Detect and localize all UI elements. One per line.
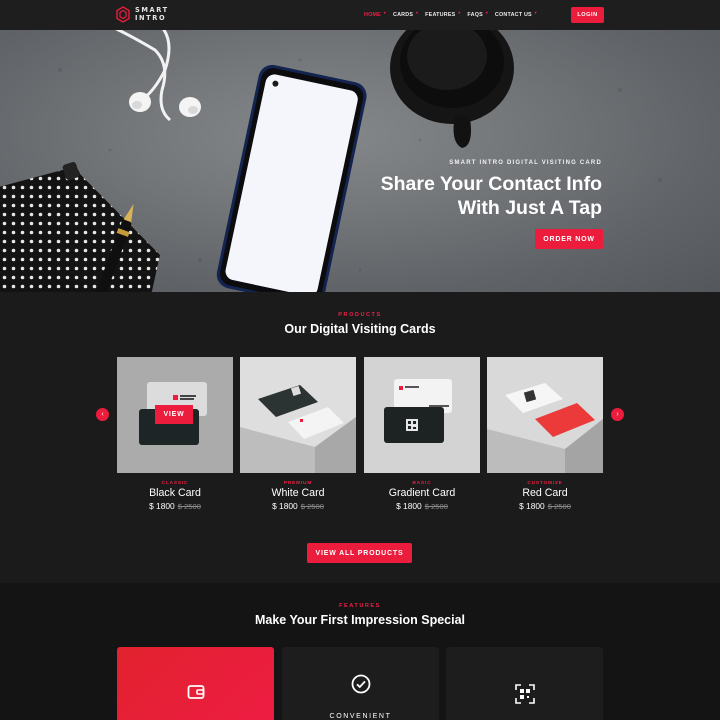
product-card-gradient: BASIC Gradient Card $ 1800 $ 2500	[364, 357, 480, 511]
brand-line2: INTRO	[135, 13, 167, 22]
product-old-price: $ 2500	[300, 502, 324, 511]
nav-item-cards[interactable]: CARDS ▾	[392, 10, 419, 18]
feature-card-wallet[interactable]	[117, 647, 274, 720]
product-price-row: $ 1800 $ 2500	[240, 501, 356, 511]
hero-desk-photo	[0, 30, 662, 292]
product-price-row: $ 1800 $ 2500	[364, 501, 480, 511]
hero-headline: Share Your Contact Info With Just A Tap	[302, 172, 602, 220]
top-navbar: SMART INTRO HOME ▾ CARDS ▾ FEATURES ▾ FAQS ▾…	[0, 0, 720, 30]
features-title: Make Your First Impression Special	[254, 613, 466, 627]
product-price: $ 1800	[396, 501, 422, 511]
caret-down-icon: ▾	[383, 10, 386, 15]
chevron-right-icon: ›	[616, 411, 619, 418]
product-image[interactable]	[487, 357, 603, 473]
feature-card-convenient[interactable]: CONVENIENT	[282, 647, 439, 720]
product-name[interactable]: Gradient Card	[364, 487, 480, 499]
brand-name: SMART INTRO	[135, 6, 175, 22]
feature-label: CONVENIENT	[329, 713, 392, 720]
view-all-products-button[interactable]: VIEW ALL PRODUCTS	[307, 543, 412, 563]
product-price-row: $ 1800 $ 2500	[117, 501, 233, 511]
nav-item-contact-us[interactable]: CONTACT US ▾	[494, 10, 537, 18]
wallet-icon	[117, 684, 274, 700]
view-button[interactable]: VIEW	[155, 405, 193, 424]
hero-banner: SMART INTRO DIGITAL VISITING CARD Share …	[0, 30, 720, 292]
nav-item-label: CARDS	[392, 12, 414, 18]
nav-item-label: FAQS	[467, 12, 483, 18]
product-image[interactable]: VIEW	[117, 357, 233, 473]
nav-item-home[interactable]: HOME ▾	[364, 10, 386, 18]
check-circle-icon	[282, 674, 439, 694]
logo-hexagon-icon	[116, 6, 130, 23]
product-category: CUSTOMIZE	[527, 481, 563, 486]
white-card-mockup	[240, 357, 356, 473]
product-name[interactable]: White Card	[240, 487, 356, 499]
hero-headline-line1: Share Your Contact Info	[380, 173, 602, 195]
hero-eyebrow: SMART INTRO DIGITAL VISITING CARD	[449, 160, 602, 166]
products-title: Our Digital Visiting Cards	[284, 322, 436, 336]
product-price: $ 1800	[149, 501, 175, 511]
qr-code-icon	[446, 684, 603, 704]
product-name[interactable]: Red Card	[487, 487, 603, 499]
product-old-price: $ 2500	[177, 502, 201, 511]
gradient-card-mockup	[364, 357, 480, 473]
product-name[interactable]: Black Card	[117, 487, 233, 499]
product-old-price: $ 2500	[547, 502, 571, 511]
nav-item-features[interactable]: FEATURES ▾	[425, 10, 461, 18]
features-section: FEATURES Make Your First Impression Spec…	[0, 583, 720, 720]
feature-card-qr[interactable]	[446, 647, 603, 720]
carousel-next-button[interactable]: ›	[611, 408, 624, 421]
nav-menu: HOME ▾ CARDS ▾ FEATURES ▾ FAQS ▾ CONTACT US ▾	[364, 10, 537, 18]
caret-down-icon: ▾	[415, 10, 419, 15]
caret-down-icon: ▾	[458, 10, 461, 15]
product-image[interactable]	[240, 357, 356, 473]
product-price: $ 1800	[519, 501, 545, 511]
product-old-price: $ 2500	[424, 502, 448, 511]
nav-item-label: CONTACT US	[494, 12, 532, 18]
caret-down-icon: ▾	[485, 10, 488, 15]
product-card-white: PREMIUM White Card $ 1800 $ 2500	[240, 357, 356, 511]
product-price: $ 1800	[272, 501, 298, 511]
login-button[interactable]: LOGIN	[571, 7, 604, 23]
product-category: PREMIUM	[283, 481, 313, 486]
nav-item-label: FEATURES	[425, 12, 456, 18]
features-eyebrow: FEATURES	[339, 603, 381, 609]
chevron-left-icon: ‹	[101, 411, 104, 418]
brand-logo[interactable]: SMART INTRO	[116, 6, 175, 23]
hero-headline-line2: With Just A Tap	[457, 197, 602, 219]
product-card-black: VIEW CLASSIC Black Card $ 1800 $ 2500	[117, 357, 233, 511]
order-now-button[interactable]: ORDER NOW	[535, 229, 603, 249]
nav-item-faqs[interactable]: FAQS ▾	[467, 10, 487, 18]
carousel-prev-button[interactable]: ‹	[96, 408, 109, 421]
caret-down-icon: ▾	[534, 10, 537, 15]
products-eyebrow: PRODUCTS	[338, 312, 382, 318]
product-price-row: $ 1800 $ 2500	[487, 501, 603, 511]
product-image[interactable]	[364, 357, 480, 473]
nav-item-label: HOME	[364, 12, 381, 18]
products-section: PRODUCTS Our Digital Visiting Cards ‹ › …	[0, 292, 720, 583]
product-card-red: CUSTOMIZE Red Card $ 1800 $ 2500	[487, 357, 603, 511]
red-card-mockup	[487, 357, 603, 473]
product-category: BASIC	[412, 481, 432, 486]
product-category: CLASSIC	[161, 481, 189, 486]
